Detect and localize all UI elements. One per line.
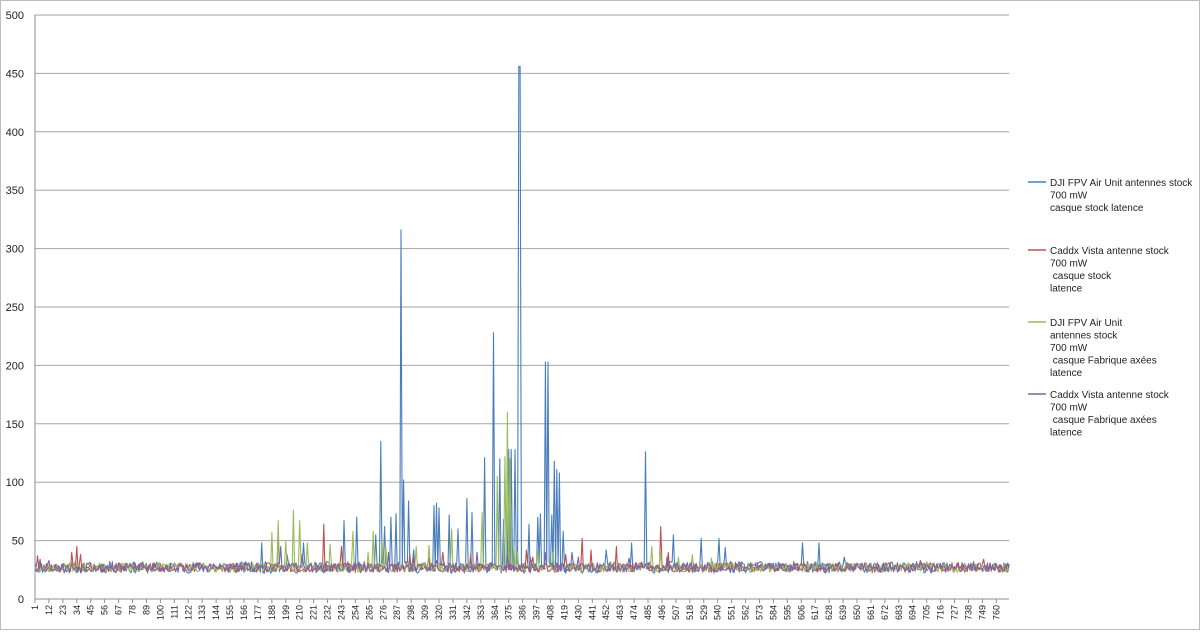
x-tick-label: 540 bbox=[713, 605, 723, 620]
x-tick-label: 309 bbox=[420, 605, 430, 620]
x-tick-label: 133 bbox=[197, 605, 207, 620]
x-tick-label: 34 bbox=[72, 605, 82, 615]
line-chart: 0 50 100 150 200 250 300 350 400 450 500 1 12 23 34 45… bbox=[0, 0, 1200, 630]
y-tick-label: 250 bbox=[6, 302, 24, 314]
x-tick-label: 56 bbox=[100, 605, 110, 615]
x-tick-label: 12 bbox=[44, 605, 54, 615]
x-tick-label: 419 bbox=[559, 605, 569, 620]
x-tick-label: 617 bbox=[810, 605, 820, 620]
x-tick-label: 496 bbox=[657, 605, 667, 620]
x-tick-label: 606 bbox=[796, 605, 806, 620]
x-tick-label: 232 bbox=[323, 605, 333, 620]
x-tick-label: 716 bbox=[936, 605, 946, 620]
x-tick-label: 1 bbox=[30, 605, 40, 610]
x-tick-label: 639 bbox=[838, 605, 848, 620]
x-tick-label: 727 bbox=[950, 605, 960, 620]
x-tick-label: 364 bbox=[490, 605, 500, 620]
x-tick-label: 188 bbox=[267, 605, 277, 620]
x-tick-label: 144 bbox=[211, 605, 221, 620]
x-tick-label: 23 bbox=[58, 605, 68, 615]
x-tick-label: 375 bbox=[504, 605, 514, 620]
x-tick-label: 760 bbox=[991, 605, 1001, 620]
x-tick-label: 672 bbox=[880, 605, 890, 620]
x-tick-label: 45 bbox=[86, 605, 96, 615]
x-tick-label: 298 bbox=[406, 605, 416, 620]
x-tick-label: 441 bbox=[587, 605, 597, 620]
x-tick-label: 518 bbox=[685, 605, 695, 620]
x-tick-label: 353 bbox=[476, 605, 486, 620]
x-tick-label: 474 bbox=[629, 605, 639, 620]
x-tick-label: 628 bbox=[824, 605, 834, 620]
x-tick-label: 463 bbox=[615, 605, 625, 620]
y-tick-label: 450 bbox=[6, 68, 24, 80]
y-tick-label: 200 bbox=[6, 360, 24, 372]
x-tick-label: 243 bbox=[337, 605, 347, 620]
x-tick-label: 100 bbox=[155, 605, 165, 620]
x-tick-label: 210 bbox=[295, 605, 305, 620]
x-tick-label: 221 bbox=[309, 605, 319, 620]
x-tick-label: 408 bbox=[545, 605, 555, 620]
x-tick-label: 584 bbox=[768, 605, 778, 620]
x-tick-label: 331 bbox=[448, 605, 458, 620]
x-tick-label: 430 bbox=[573, 605, 583, 620]
x-tick-label: 254 bbox=[350, 605, 360, 620]
x-tick-label: 67 bbox=[114, 605, 124, 615]
chart-frame bbox=[0, 0, 1200, 630]
x-tick-label: 342 bbox=[462, 605, 472, 620]
y-tick-label: 350 bbox=[6, 185, 24, 197]
x-tick-label: 661 bbox=[866, 605, 876, 620]
x-tick-label: 551 bbox=[727, 605, 737, 620]
x-tick-label: 595 bbox=[782, 605, 792, 620]
x-tick-label: 452 bbox=[601, 605, 611, 620]
x-tick-label: 650 bbox=[852, 605, 862, 620]
x-tick-label: 111 bbox=[169, 605, 179, 619]
x-tick-label: 573 bbox=[754, 605, 764, 620]
x-tick-label: 749 bbox=[977, 605, 987, 620]
x-tick-label: 89 bbox=[141, 605, 151, 615]
x-tick-label: 177 bbox=[253, 605, 263, 620]
x-tick-label: 694 bbox=[908, 605, 918, 620]
x-tick-label: 386 bbox=[518, 605, 528, 620]
x-tick-label: 265 bbox=[364, 605, 374, 620]
x-tick-label: 166 bbox=[239, 605, 249, 620]
x-tick-label: 705 bbox=[922, 605, 932, 620]
x-tick-label: 199 bbox=[281, 605, 291, 620]
y-tick-label: 300 bbox=[6, 244, 24, 256]
y-tick-label: 400 bbox=[6, 127, 24, 139]
x-tick-label: 529 bbox=[699, 605, 709, 620]
chart-container: 0 50 100 150 200 250 300 350 400 450 500 1 12 23 34 45… bbox=[0, 0, 1200, 630]
x-tick-label: 155 bbox=[225, 605, 235, 620]
x-tick-label: 287 bbox=[392, 605, 402, 620]
x-tick-label: 122 bbox=[183, 605, 193, 620]
x-tick-label: 276 bbox=[378, 605, 388, 620]
x-tick-label: 683 bbox=[894, 605, 904, 620]
y-tick-label: 0 bbox=[18, 594, 24, 606]
x-tick-label: 78 bbox=[128, 605, 138, 615]
x-tick-label: 507 bbox=[671, 605, 681, 620]
y-tick-label: 150 bbox=[6, 419, 24, 431]
y-tick-label: 100 bbox=[6, 477, 24, 489]
x-tick-label: 320 bbox=[434, 605, 444, 620]
x-tick-label: 562 bbox=[741, 605, 751, 620]
x-tick-label: 738 bbox=[963, 605, 973, 620]
y-tick-label: 50 bbox=[12, 536, 24, 548]
y-tick-label: 500 bbox=[6, 10, 24, 22]
x-tick-label: 397 bbox=[532, 605, 542, 620]
x-tick-label: 485 bbox=[643, 605, 653, 620]
